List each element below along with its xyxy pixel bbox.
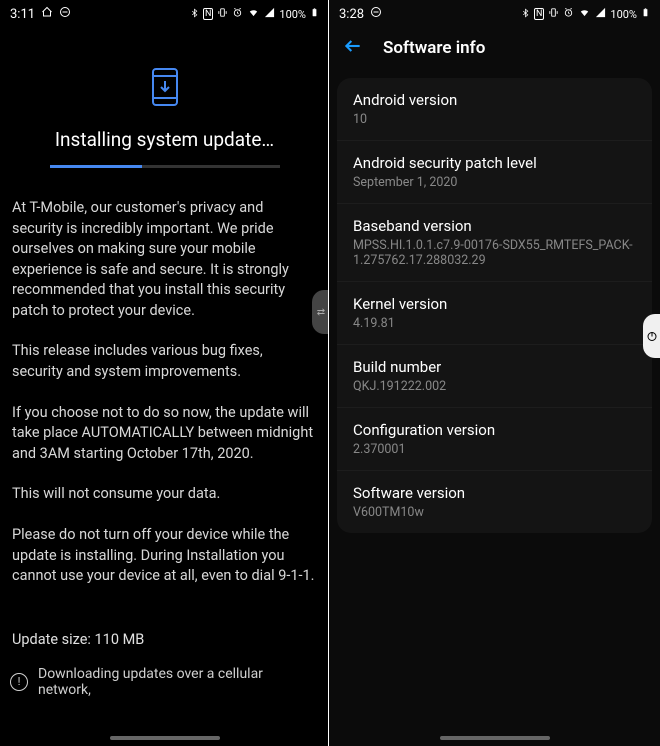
phone-left-update: 3:11 N 100% bbox=[0, 0, 329, 746]
info-label: Kernel version bbox=[353, 295, 636, 313]
battery-text: 100% bbox=[279, 8, 306, 21]
nfc-icon: N bbox=[203, 8, 213, 20]
update-para-2: This release includes various bug fixes,… bbox=[12, 341, 317, 382]
info-label: Configuration version bbox=[353, 421, 636, 439]
gesture-nav-bar[interactable] bbox=[440, 736, 550, 740]
back-button[interactable] bbox=[343, 36, 363, 60]
signal-icon bbox=[264, 7, 275, 21]
info-label: Software version bbox=[353, 484, 636, 502]
info-label: Build number bbox=[353, 358, 636, 376]
edge-panel-handle-right[interactable] bbox=[643, 314, 660, 358]
phone-right-software-info: 3:28 N 100% bbox=[329, 0, 660, 746]
dnd-icon bbox=[370, 6, 382, 22]
wifi-icon bbox=[578, 7, 591, 21]
info-item-android-version[interactable]: Android version 10 bbox=[337, 78, 652, 141]
info-item-software-version[interactable]: Software version V600TM10w bbox=[337, 471, 652, 533]
vibrate-icon bbox=[217, 7, 228, 21]
battery-icon bbox=[310, 6, 319, 22]
info-value: 4.19.81 bbox=[353, 316, 636, 331]
back-arrow-icon bbox=[343, 36, 363, 56]
info-item-kernel[interactable]: Kernel version 4.19.81 bbox=[337, 282, 652, 345]
status-bar: 3:28 N 100% bbox=[329, 0, 660, 24]
wifi-icon bbox=[247, 7, 260, 21]
info-value: 10 bbox=[353, 112, 636, 127]
dnd-icon bbox=[59, 6, 71, 22]
alarm-icon bbox=[563, 7, 574, 21]
info-value: QKJ.191222.002 bbox=[353, 379, 636, 394]
nfc-icon: N bbox=[534, 8, 544, 20]
progress-fill bbox=[50, 165, 142, 168]
info-label: Android version bbox=[353, 91, 636, 109]
progress-bar bbox=[50, 165, 280, 168]
info-value: V600TM10w bbox=[353, 505, 636, 520]
update-para-1: At T-Mobile, our customer's privacy and … bbox=[12, 198, 317, 321]
info-card: Android version 10 Android security patc… bbox=[337, 78, 652, 533]
info-item-config-version[interactable]: Configuration version 2.370001 bbox=[337, 408, 652, 471]
update-para-3: If you choose not to do so now, the upda… bbox=[12, 403, 317, 465]
header-bar: Software info bbox=[329, 24, 660, 72]
update-body: At T-Mobile, our customer's privacy and … bbox=[0, 168, 329, 587]
software-info-list: Android version 10 Android security patc… bbox=[329, 78, 660, 533]
info-value: 2.370001 bbox=[353, 442, 636, 457]
alarm-icon bbox=[232, 7, 243, 21]
vibrate-icon bbox=[548, 7, 559, 21]
battery-text: 100% bbox=[610, 8, 637, 21]
info-value: MPSS.HI.1.0.1.c7.9-00176-SDX55_RMTEFS_PA… bbox=[353, 238, 636, 268]
update-para-4: This will not consume your data. bbox=[12, 484, 317, 505]
cellular-warning-text: Downloading updates over a cellular netw… bbox=[38, 666, 317, 698]
gesture-nav-bar[interactable] bbox=[110, 736, 220, 740]
update-icon-container bbox=[0, 66, 329, 112]
update-para-5: Please do not turn off your device while… bbox=[12, 525, 317, 587]
status-time: 3:28 bbox=[339, 7, 364, 22]
download-update-icon bbox=[150, 66, 180, 112]
info-item-baseband[interactable]: Baseband version MPSS.HI.1.0.1.c7.9-0017… bbox=[337, 204, 652, 282]
home-icon bbox=[41, 6, 53, 22]
bluetooth-icon bbox=[521, 7, 530, 22]
info-item-security-patch[interactable]: Android security patch level September 1… bbox=[337, 141, 652, 204]
info-icon: ! bbox=[10, 673, 28, 691]
info-item-build-number[interactable]: Build number QKJ.191222.002 bbox=[337, 345, 652, 408]
bluetooth-icon bbox=[190, 7, 199, 22]
cellular-warning: ! Downloading updates over a cellular ne… bbox=[0, 660, 329, 698]
info-value: September 1, 2020 bbox=[353, 175, 636, 190]
signal-icon bbox=[595, 7, 606, 21]
status-bar: 3:11 N 100% bbox=[0, 0, 329, 24]
battery-icon bbox=[641, 6, 650, 22]
update-size-label: Update size: 110 MB bbox=[0, 607, 329, 660]
power-icon bbox=[646, 330, 658, 342]
page-title: Software info bbox=[383, 38, 485, 58]
info-label: Baseband version bbox=[353, 217, 636, 235]
status-time: 3:11 bbox=[10, 7, 35, 22]
info-label: Android security patch level bbox=[353, 154, 636, 172]
update-title: Installing system update… bbox=[0, 128, 329, 151]
edge-panel-handle-left[interactable]: ⇄ bbox=[312, 290, 329, 334]
